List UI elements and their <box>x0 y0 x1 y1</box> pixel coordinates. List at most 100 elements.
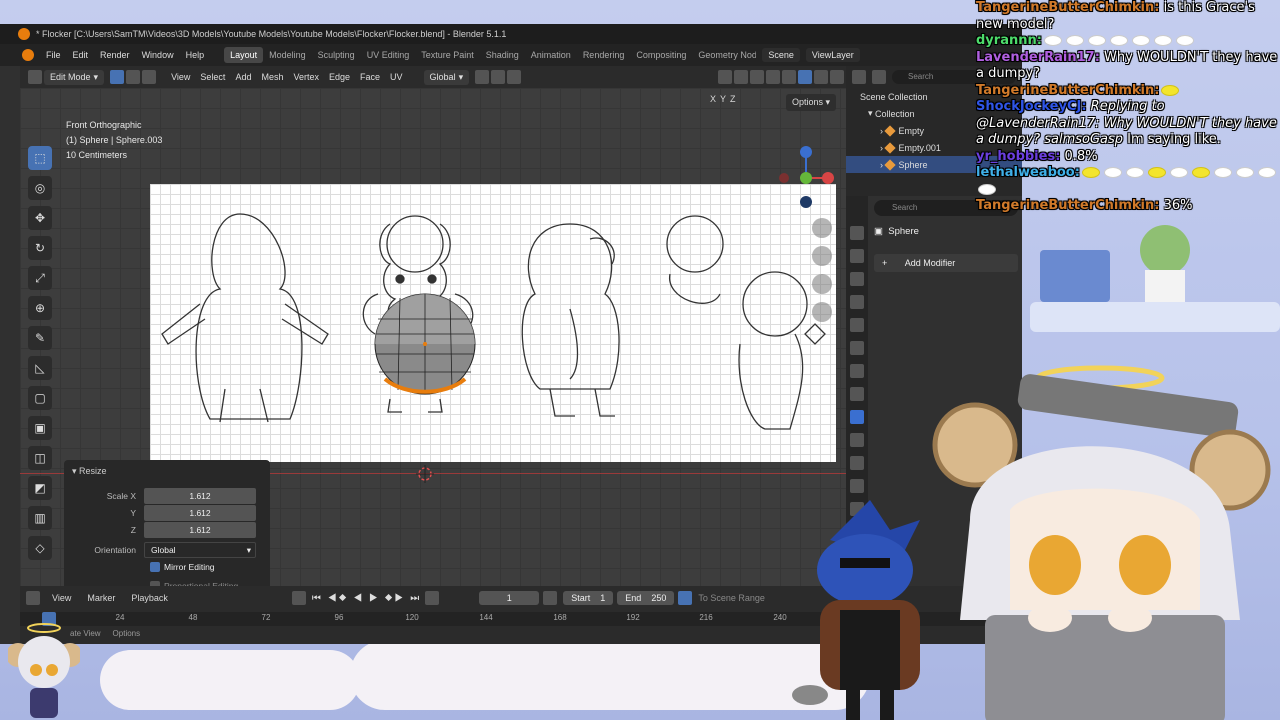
x-toggle[interactable]: X <box>710 94 716 104</box>
snap-icon[interactable] <box>491 70 506 84</box>
overlay-icon[interactable] <box>750 70 764 84</box>
menu-edit[interactable]: Edit <box>67 50 95 60</box>
mode-selector[interactable]: Edit Mode ▾ <box>44 69 105 85</box>
filter-icon[interactable] <box>872 70 886 84</box>
render-tab-icon[interactable] <box>850 249 864 263</box>
tab-texture-paint[interactable]: Texture Paint <box>415 47 480 63</box>
tab-sculpting[interactable]: Sculpting <box>312 47 361 63</box>
mirror-editing-row[interactable]: Mirror Editing <box>64 562 270 572</box>
wireframe-shading-icon[interactable] <box>782 70 796 84</box>
current-frame-field[interactable]: 1 <box>479 591 540 605</box>
visibility-icon[interactable] <box>718 70 732 84</box>
scale-x-field[interactable]: 1.612 <box>144 488 256 504</box>
modifier-wrench-icon[interactable] <box>850 410 864 424</box>
navigation-gizmo[interactable] <box>778 144 834 210</box>
world-tab-icon[interactable] <box>850 341 864 355</box>
loop-cut-icon[interactable]: ▥ <box>28 506 52 530</box>
menu-vertex[interactable]: Vertex <box>288 72 324 82</box>
record-icon[interactable] <box>291 591 306 605</box>
tab-compositing[interactable]: Compositing <box>630 47 692 63</box>
blender-menu-icon[interactable] <box>22 49 34 61</box>
chat-username[interactable]: lethalweaboo: <box>976 165 1080 180</box>
scene-selector[interactable]: Scene <box>762 48 800 62</box>
extrude-icon[interactable]: ▣ <box>28 416 52 440</box>
select-box-icon[interactable]: ⬚ <box>28 146 52 170</box>
scene-range-icon[interactable] <box>678 591 693 605</box>
view-layer-selector[interactable]: ViewLayer <box>805 48 860 62</box>
bevel-icon[interactable]: ◩ <box>28 476 52 500</box>
menu-file[interactable]: File <box>40 50 67 60</box>
menu-select[interactable]: Select <box>195 72 230 82</box>
timeline-menu-view[interactable]: View <box>46 593 77 603</box>
collection-tab-icon[interactable] <box>850 364 864 378</box>
clock-icon[interactable] <box>543 591 558 605</box>
menu-face[interactable]: Face <box>355 72 385 82</box>
end-frame-field[interactable]: End 250 <box>617 591 675 605</box>
timeline-menu-marker[interactable]: Marker <box>81 593 121 603</box>
chat-username[interactable]: TangerineButterChimkin: <box>976 0 1159 15</box>
view-layer-tab-icon[interactable] <box>850 295 864 309</box>
orientation-dropdown[interactable]: Global ▾ <box>144 542 256 558</box>
cursor-icon[interactable]: ◎ <box>28 176 52 200</box>
chat-username[interactable]: LavenderRain17: <box>976 50 1100 65</box>
scale-z-field[interactable]: 1.612 <box>144 522 256 538</box>
chat-username[interactable]: yr_hobbies: <box>976 149 1060 164</box>
physics-tab-icon[interactable] <box>850 456 864 470</box>
measure-icon[interactable]: ◺ <box>28 356 52 380</box>
z-toggle[interactable]: Z <box>730 94 736 104</box>
tab-uv-editing[interactable]: UV Editing <box>361 47 416 63</box>
constraints-tab-icon[interactable] <box>850 479 864 493</box>
particles-tab-icon[interactable] <box>850 433 864 447</box>
menu-view[interactable]: View <box>166 72 195 82</box>
proportional-edit-icon[interactable] <box>507 70 522 84</box>
menu-uv[interactable]: UV <box>385 72 408 82</box>
tab-layout[interactable]: Layout <box>224 47 264 63</box>
xray-icon[interactable] <box>766 70 780 84</box>
inset-icon[interactable]: ◫ <box>28 446 52 470</box>
menu-add[interactable]: Add <box>230 72 256 82</box>
face-select-icon[interactable] <box>142 70 157 84</box>
transform-orientation-selector[interactable]: Global ▾ <box>423 69 470 85</box>
menu-edge[interactable]: Edge <box>324 72 355 82</box>
edge-select-icon[interactable] <box>126 70 141 84</box>
timeline-editor-icon[interactable] <box>26 591 40 605</box>
scale-icon[interactable]: ⤢ <box>28 266 52 290</box>
vertex-select-icon[interactable] <box>110 70 125 84</box>
scene-tab-icon[interactable] <box>850 318 864 332</box>
outliner-editor-icon[interactable] <box>852 70 866 84</box>
3d-cursor-icon[interactable] <box>416 465 434 483</box>
chat-username[interactable]: dyrannn: <box>976 33 1042 48</box>
knife-icon[interactable]: ◇ <box>28 536 52 560</box>
camera-view-icon[interactable] <box>812 274 832 294</box>
perspective-grid-icon[interactable] <box>812 302 832 322</box>
chat-username[interactable]: ShockJockeyCJ: <box>976 99 1087 114</box>
menu-help[interactable]: Help <box>180 50 211 60</box>
gizmo-icon[interactable] <box>734 70 748 84</box>
solid-shading-icon[interactable] <box>798 70 812 84</box>
move-icon[interactable]: ✥ <box>28 206 52 230</box>
tab-animation[interactable]: Animation <box>525 47 577 63</box>
menu-mesh[interactable]: Mesh <box>256 72 288 82</box>
tab-modeling[interactable]: Modeling <box>263 47 312 63</box>
scale-y-field[interactable]: 1.612 <box>144 505 256 521</box>
chat-username[interactable]: TangerineButterChimkin: <box>976 83 1159 98</box>
zoom-icon[interactable] <box>812 218 832 238</box>
timeline-menu-playback[interactable]: Playback <box>125 593 174 603</box>
resize-redo-panel[interactable]: ▾ Resize Scale X 1.612 Y 1.612 Z 1.612 O… <box>64 460 270 604</box>
object-tab-icon[interactable] <box>850 387 864 401</box>
pivot-icon[interactable] <box>475 70 490 84</box>
add-cube-icon[interactable]: ▢ <box>28 386 52 410</box>
keying-icon[interactable] <box>425 591 440 605</box>
rotate-icon[interactable]: ↻ <box>28 236 52 260</box>
transform-icon[interactable]: ⊕ <box>28 296 52 320</box>
chat-username[interactable]: TangerineButterChimkin: <box>976 198 1159 213</box>
annotate-icon[interactable]: ✎ <box>28 326 52 350</box>
y-toggle[interactable]: Y <box>720 94 726 104</box>
editor-type-icon[interactable] <box>28 70 42 84</box>
menu-window[interactable]: Window <box>136 50 180 60</box>
tab-rendering[interactable]: Rendering <box>577 47 631 63</box>
output-tab-icon[interactable] <box>850 272 864 286</box>
material-shading-icon[interactable] <box>814 70 828 84</box>
pan-hand-icon[interactable] <box>812 246 832 266</box>
options-button[interactable]: Options ▾ <box>785 94 836 111</box>
